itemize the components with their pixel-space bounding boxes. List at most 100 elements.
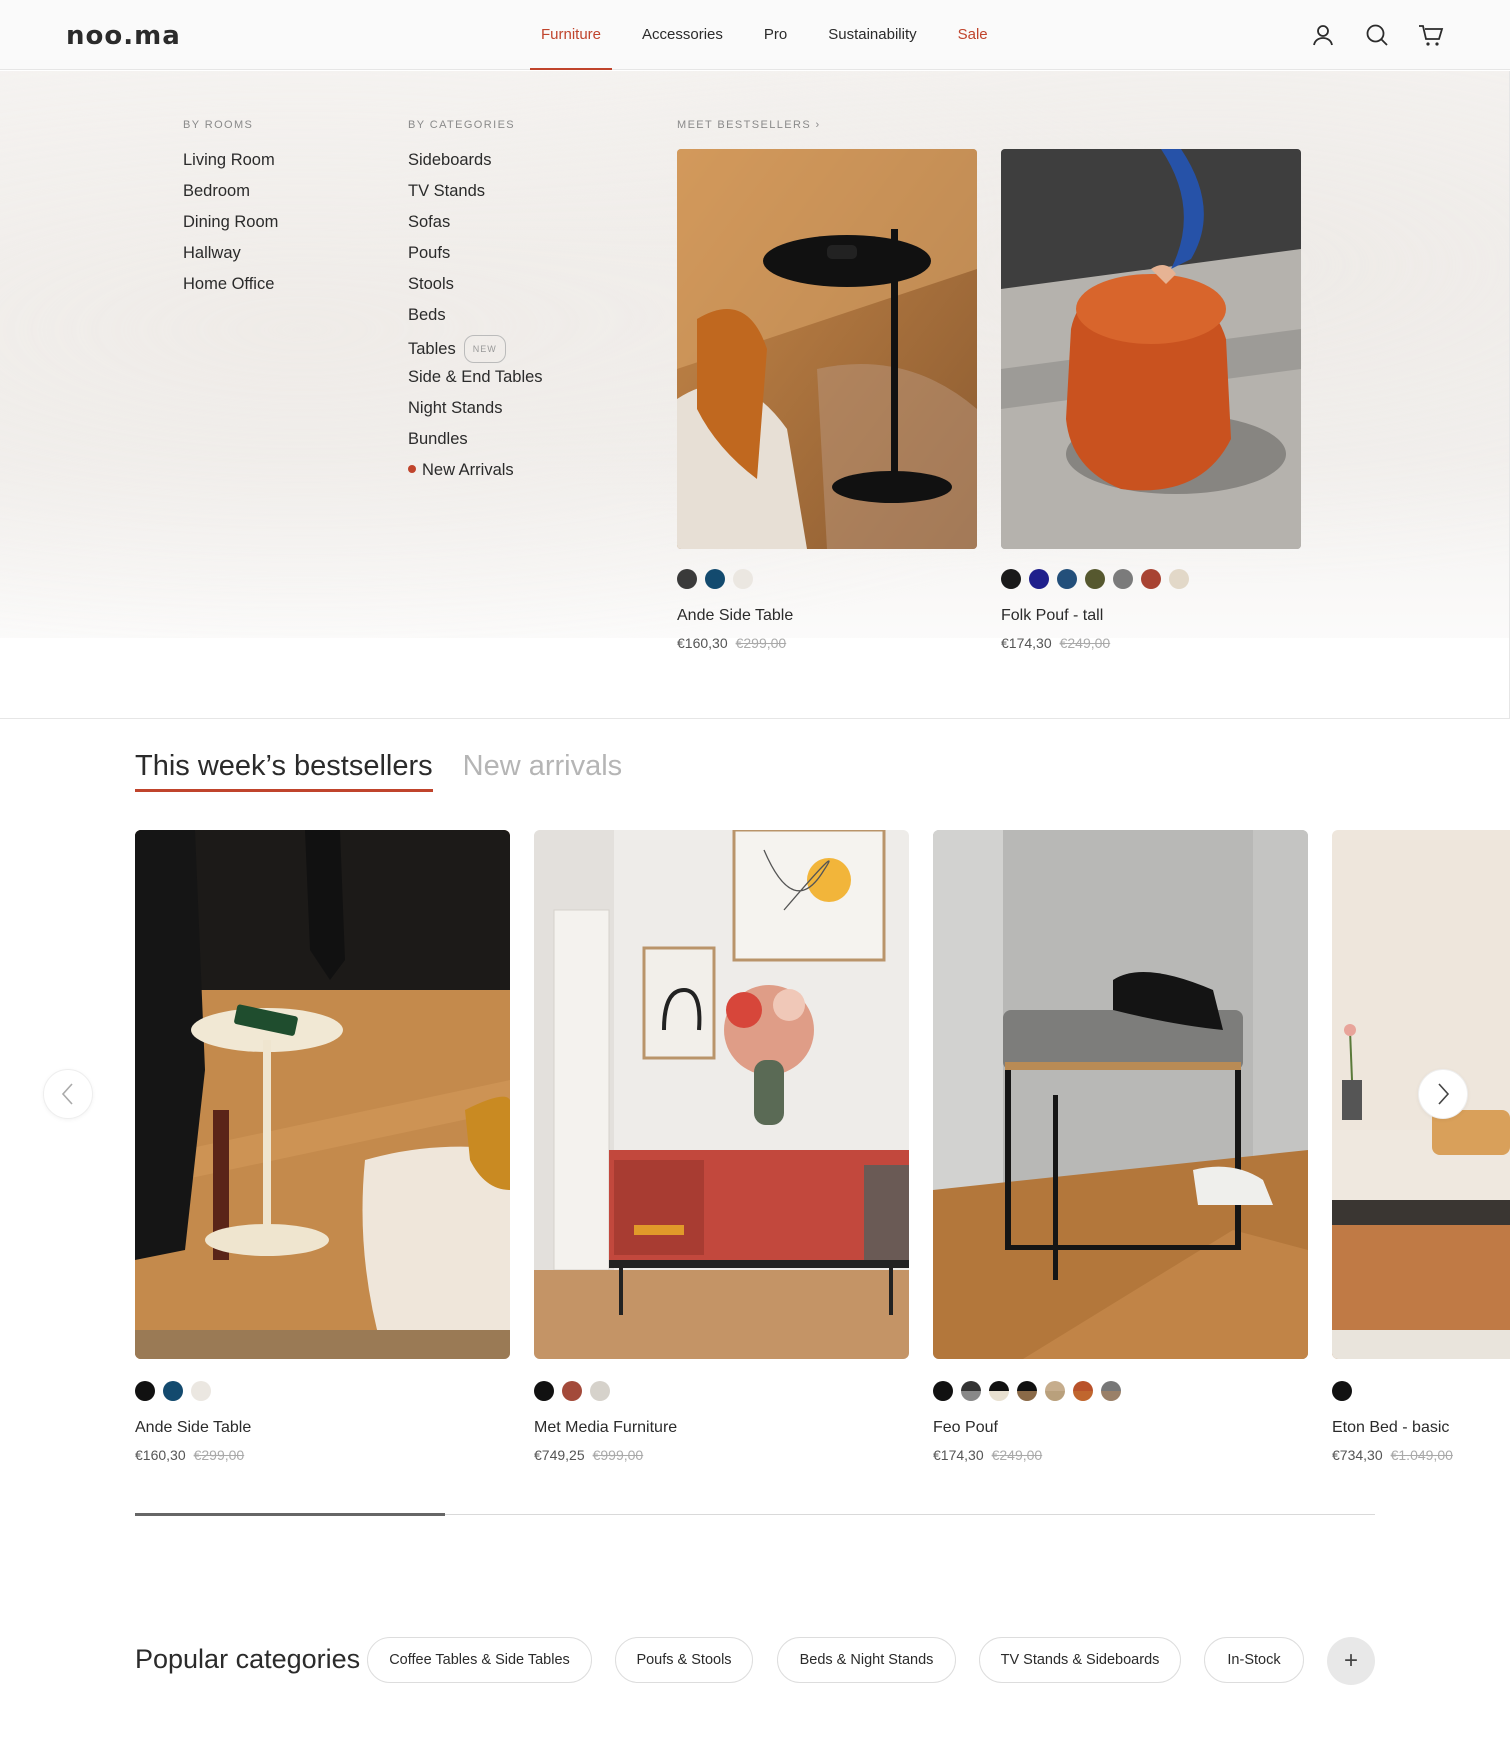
swatch[interactable] — [135, 1381, 155, 1401]
category-link[interactable]: Poufs — [408, 242, 543, 273]
swatch[interactable] — [1332, 1381, 1352, 1401]
rooms-heading: BY ROOMS — [183, 119, 254, 131]
popular-heading: Popular categories — [135, 1644, 361, 1674]
nav-sale[interactable]: Sale — [947, 0, 999, 70]
nav-sustainability[interactable]: Sustainability — [817, 0, 927, 70]
swatch[interactable] — [1001, 569, 1021, 589]
color-swatches — [1001, 569, 1301, 589]
search-icon[interactable] — [1364, 22, 1390, 48]
nav-accessories[interactable]: Accessories — [631, 0, 734, 70]
category-link[interactable]: TV Stands — [408, 180, 543, 211]
sale-price: €174,30 — [1001, 635, 1052, 651]
swatch[interactable] — [163, 1381, 183, 1401]
color-swatches — [933, 1381, 1308, 1401]
menu-product-card[interactable]: Folk Pouf - tall €174,30 €249,00 — [1001, 149, 1301, 655]
category-chip[interactable]: Coffee Tables & Side Tables — [367, 1637, 592, 1683]
color-swatches — [135, 1381, 510, 1401]
swatch[interactable] — [1169, 569, 1189, 589]
swatch[interactable] — [1101, 1381, 1121, 1401]
scrollbar-thumb[interactable] — [135, 1513, 445, 1516]
product-name[interactable]: Met Media Furniture — [534, 1419, 909, 1441]
product-card[interactable]: Feo Pouf €174,30 €249,00 — [933, 830, 1308, 1467]
room-link[interactable]: Living Room — [183, 149, 278, 180]
swatch[interactable] — [590, 1381, 610, 1401]
swatch[interactable] — [677, 569, 697, 589]
category-link[interactable]: Sideboards — [408, 149, 543, 180]
product-card[interactable]: Eton Bed - basic €734,30 €1.049,00 — [1332, 830, 1510, 1467]
swatch[interactable] — [1029, 569, 1049, 589]
nav-pro[interactable]: Pro — [753, 0, 798, 70]
category-chip[interactable]: In-Stock — [1204, 1637, 1304, 1683]
category-link-tables[interactable]: Tables NEW — [408, 335, 543, 366]
cart-icon[interactable] — [1418, 22, 1444, 48]
meet-bestsellers-link[interactable]: MEET BESTSELLERS › — [677, 119, 821, 135]
plus-icon: + — [1343, 1647, 1358, 1674]
color-swatches — [1332, 1381, 1510, 1401]
carousel-next-button[interactable] — [1418, 1069, 1468, 1119]
product-card[interactable]: Ande Side Table €160,30 €299,00 — [135, 830, 510, 1467]
swatch[interactable] — [562, 1381, 582, 1401]
old-price: €249,00 — [1059, 635, 1111, 651]
product-price: €734,30 €1.049,00 — [1332, 1447, 1510, 1467]
room-link[interactable]: Bedroom — [183, 180, 278, 211]
new-badge: NEW — [463, 335, 506, 363]
product-image[interactable] — [1001, 149, 1301, 549]
product-name[interactable]: Ande Side Table — [677, 607, 977, 629]
room-link[interactable]: Dining Room — [183, 211, 278, 242]
header-icons — [1310, 22, 1444, 48]
swatch[interactable] — [933, 1381, 953, 1401]
category-link[interactable]: Stools — [408, 273, 543, 304]
logo[interactable]: noo.ma — [66, 21, 181, 51]
category-chip[interactable]: Beds & Night Stands — [777, 1637, 956, 1683]
swatch[interactable] — [989, 1381, 1009, 1401]
categories-heading: BY CATEGORIES — [408, 119, 516, 131]
category-link[interactable]: Sofas — [408, 211, 543, 242]
bestsellers-heading-wrap: MEET BESTSELLERS › — [677, 119, 821, 149]
swatch[interactable] — [705, 569, 725, 589]
nav-furniture[interactable]: Furniture — [530, 0, 613, 70]
swatch[interactable] — [1045, 1381, 1065, 1401]
product-card[interactable]: Met Media Furniture €749,25 €999,00 — [534, 830, 909, 1467]
product-name[interactable]: Feo Pouf — [933, 1419, 1308, 1441]
product-image[interactable] — [534, 830, 909, 1359]
product-image[interactable] — [677, 149, 977, 549]
tab-bestsellers[interactable]: This week’s bestsellers — [135, 750, 433, 792]
category-link[interactable]: Side & End Tables — [408, 366, 543, 397]
category-chip[interactable]: Poufs & Stools — [615, 1637, 753, 1683]
swatch[interactable] — [1057, 569, 1077, 589]
category-link[interactable]: Beds — [408, 304, 543, 335]
rooms-column: BY ROOMS Living Room Bedroom Dining Room… — [183, 119, 278, 304]
user-icon[interactable] — [1310, 22, 1336, 48]
swatch[interactable] — [1073, 1381, 1093, 1401]
category-chip[interactable]: TV Stands & Sideboards — [979, 1637, 1181, 1683]
swatch[interactable] — [191, 1381, 211, 1401]
chevron-right-icon: › — [815, 119, 821, 131]
swatch[interactable] — [1017, 1381, 1037, 1401]
sale-price: €749,25 — [534, 1447, 585, 1463]
category-link[interactable]: Night Stands — [408, 397, 543, 428]
swatch[interactable] — [1085, 569, 1105, 589]
room-link[interactable]: Home Office — [183, 273, 278, 304]
categories-column: BY CATEGORIES Sideboards TV Stands Sofas… — [408, 119, 543, 490]
product-name[interactable]: Eton Bed - basic — [1332, 1419, 1510, 1441]
category-link[interactable]: Bundles — [408, 428, 543, 459]
product-image[interactable] — [135, 830, 510, 1359]
swatch[interactable] — [961, 1381, 981, 1401]
category-link-new-arrivals[interactable]: New Arrivals — [408, 459, 543, 490]
product-name[interactable]: Folk Pouf - tall — [1001, 607, 1301, 629]
product-image[interactable] — [933, 830, 1308, 1359]
swatch[interactable] — [534, 1381, 554, 1401]
swatch[interactable] — [1141, 569, 1161, 589]
menu-product-card[interactable]: Ande Side Table €160,30 €299,00 — [677, 149, 977, 655]
main-nav: Furniture Accessories Pro Sustainability… — [530, 0, 1018, 70]
product-name[interactable]: Ande Side Table — [135, 1419, 510, 1441]
swatch[interactable] — [1113, 569, 1133, 589]
carousel-scrollbar[interactable] — [135, 1513, 1375, 1516]
more-categories-button[interactable]: + — [1327, 1637, 1375, 1685]
swatch[interactable] — [733, 569, 753, 589]
sale-price: €174,30 — [933, 1447, 984, 1463]
carousel-prev-button[interactable] — [43, 1069, 93, 1119]
room-link[interactable]: Hallway — [183, 242, 278, 273]
site-header: noo.ma Furniture Accessories Pro Sustain… — [0, 0, 1510, 70]
tab-new-arrivals[interactable]: New arrivals — [463, 750, 623, 792]
